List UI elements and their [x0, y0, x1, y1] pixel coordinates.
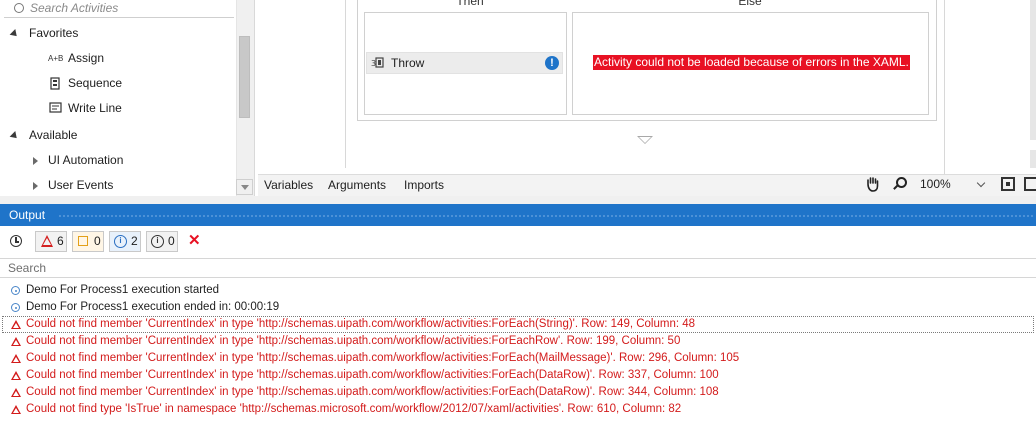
- activities-search-placeholder: Search Activities: [30, 1, 119, 15]
- tab-variables[interactable]: Variables: [264, 178, 313, 192]
- activities-search[interactable]: Search Activities: [4, 0, 234, 18]
- error-icon: [11, 320, 21, 329]
- clear-output-icon[interactable]: ✕: [188, 233, 202, 248]
- designer-scrollbar[interactable]: [1030, 0, 1036, 140]
- warning-icon: [78, 236, 88, 246]
- throw-icon: 3: [371, 57, 384, 69]
- fit-to-screen-icon[interactable]: [1001, 177, 1015, 191]
- scroll-down-button[interactable]: [236, 179, 253, 195]
- error-icon: [11, 388, 21, 397]
- filter-warnings-button[interactable]: 0: [72, 231, 104, 252]
- output-search-input[interactable]: Search: [0, 258, 1036, 278]
- log-row[interactable]: Demo For Process1 execution started: [0, 282, 1036, 299]
- trace-icon: i: [151, 235, 164, 248]
- timestamp-toggle-icon[interactable]: [10, 235, 22, 247]
- info-icon: [11, 286, 20, 295]
- sequence-icon: [48, 77, 62, 91]
- throw-label: Throw: [391, 56, 425, 70]
- throw-activity[interactable]: 3 Throw !: [366, 52, 563, 74]
- filter-errors-button[interactable]: 6: [35, 231, 67, 252]
- overview-icon[interactable]: [1024, 177, 1036, 191]
- write-line-icon: [48, 102, 62, 116]
- designer-divider: [944, 0, 945, 174]
- info-icon: i: [114, 235, 127, 248]
- filter-info-button[interactable]: i 2: [109, 231, 141, 252]
- tree-item-favorites[interactable]: Favorites: [9, 22, 78, 44]
- error-icon: [41, 235, 53, 247]
- then-label: Then: [456, 0, 484, 8]
- activities-scrollbar-thumb[interactable]: [239, 36, 250, 118]
- tree-item-user-events[interactable]: User Events: [33, 174, 113, 196]
- tree-item-sequence[interactable]: Sequence: [48, 72, 122, 94]
- output-panel-header: Output: [0, 204, 1036, 226]
- search-icon: [14, 3, 24, 13]
- collapsed-triangle-icon[interactable]: [33, 181, 38, 190]
- output-title: Output: [9, 208, 46, 222]
- tab-arguments[interactable]: Arguments: [328, 178, 386, 192]
- log-row[interactable]: Could not find member 'CurrentIndex' in …: [0, 367, 1036, 384]
- log-row[interactable]: Could not find member 'CurrentIndex' in …: [0, 350, 1036, 367]
- log-row-selected[interactable]: Could not find member 'CurrentIndex' in …: [2, 316, 1034, 333]
- error-icon: [11, 354, 21, 363]
- log-row[interactable]: Could not find member 'CurrentIndex' in …: [0, 384, 1036, 401]
- pan-hand-icon[interactable]: [865, 176, 879, 192]
- zoom-level-value: 100%: [920, 177, 951, 191]
- error-icon: [11, 337, 21, 346]
- tree-item-assign[interactable]: A+B Assign: [48, 47, 104, 69]
- panel-splitter[interactable]: [0, 196, 1036, 204]
- log-row[interactable]: Could not find member 'CurrentIndex' in …: [0, 333, 1036, 350]
- filter-trace-button[interactable]: i 0: [146, 231, 178, 252]
- tab-imports[interactable]: Imports: [404, 178, 444, 192]
- svg-text:3: 3: [371, 59, 376, 68]
- expand-collapse-arrow-icon[interactable]: [637, 136, 653, 144]
- chevron-down-icon: [976, 178, 986, 188]
- output-log-list: Demo For Process1 execution started Demo…: [0, 282, 1036, 445]
- zoom-level-select[interactable]: 100%: [915, 175, 991, 194]
- validation-warning-icon[interactable]: !: [545, 56, 559, 70]
- expanded-triangle-icon[interactable]: [9, 28, 20, 39]
- tree-item-available[interactable]: Available: [9, 124, 77, 146]
- tree-item-write-line[interactable]: Write Line: [48, 97, 122, 119]
- zoom-icon[interactable]: [892, 177, 907, 191]
- drag-grip[interactable]: [58, 214, 1033, 218]
- tree-item-ui-automation[interactable]: UI Automation: [33, 149, 123, 171]
- log-row[interactable]: Could not find type 'IsTrue' in namespac…: [0, 401, 1036, 418]
- error-icon: [11, 405, 21, 414]
- output-search-placeholder: Search: [8, 261, 47, 275]
- activities-panel: Search Activities Favorites A+B Assign Se…: [0, 0, 255, 196]
- assign-icon: A+B: [48, 53, 64, 63]
- error-icon: [11, 371, 21, 380]
- log-row[interactable]: Demo For Process1 execution ended in: 00…: [0, 299, 1036, 316]
- designer-scrollbar-segment[interactable]: [1030, 150, 1036, 168]
- xaml-error-message: Activity could not be loaded because of …: [593, 55, 910, 70]
- expanded-triangle-icon[interactable]: [9, 130, 20, 141]
- designer-divider: [345, 0, 346, 168]
- collapsed-triangle-icon[interactable]: [33, 156, 38, 165]
- else-label: Else: [738, 0, 762, 8]
- info-icon: [11, 303, 20, 312]
